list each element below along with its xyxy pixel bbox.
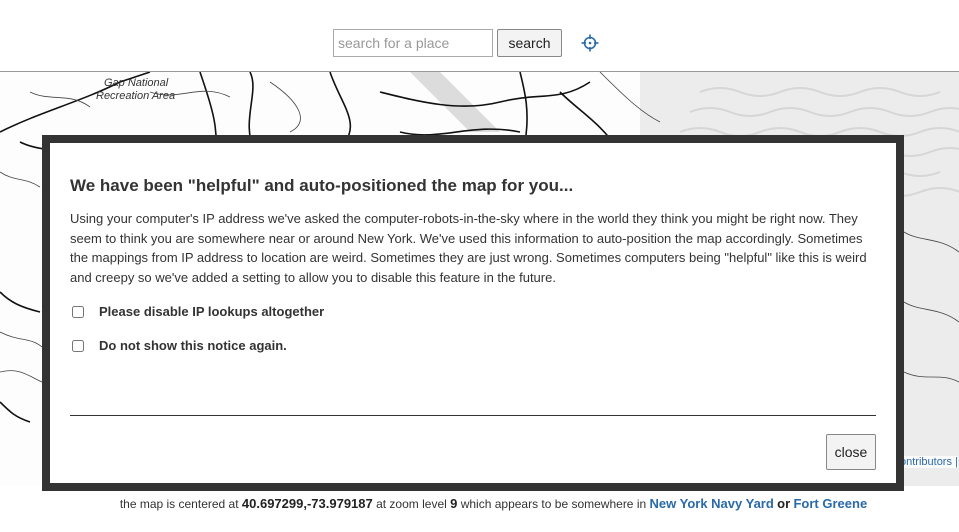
place-link-fort-greene[interactable]: Fort Greene: [793, 496, 867, 511]
footer-zoom-text: at zoom level: [376, 497, 447, 511]
footer-prefix: the map is centered at: [119, 497, 239, 511]
modal-title: We have been "helpful" and auto-position…: [70, 176, 574, 195]
search-input[interactable]: [333, 29, 493, 57]
disable-ip-lookups-checkbox[interactable]: [72, 305, 84, 318]
hide-notice-label[interactable]: Do not show this notice again.: [99, 338, 287, 353]
ip-notice-modal: We have been "helpful" and auto-position…: [42, 135, 904, 491]
place-link-navy-yard[interactable]: New York Navy Yard: [650, 496, 774, 511]
close-button[interactable]: close: [826, 434, 876, 470]
modal-divider: [70, 415, 876, 416]
modal-body-text: Using your computer's IP address we've a…: [70, 211, 867, 285]
option-disable-ip-lookups: Please disable IP lookups altogether: [72, 304, 324, 319]
locate-crosshair-icon[interactable]: [581, 34, 599, 52]
footer-zoom-level: 9: [450, 496, 458, 511]
top-bar: search: [0, 0, 959, 72]
footer-coords: 40.697299,-73.979187: [241, 496, 373, 511]
map-status-footer: the map is centered at 40.697299,-73.979…: [0, 496, 959, 511]
disable-ip-lookups-label[interactable]: Please disable IP lookups altogether: [99, 304, 324, 319]
map-label-gap: Gap National: [104, 77, 169, 89]
option-hide-notice: Do not show this notice again.: [72, 338, 287, 353]
map-label-recreation-area: Recreation Area: [96, 90, 176, 102]
hide-notice-checkbox[interactable]: [72, 339, 84, 352]
footer-middle: which appears to be somewhere in: [460, 497, 647, 511]
footer-or: or: [777, 496, 791, 511]
search-button[interactable]: search: [497, 29, 562, 57]
map-attribution[interactable]: ontributors |: [900, 456, 958, 468]
